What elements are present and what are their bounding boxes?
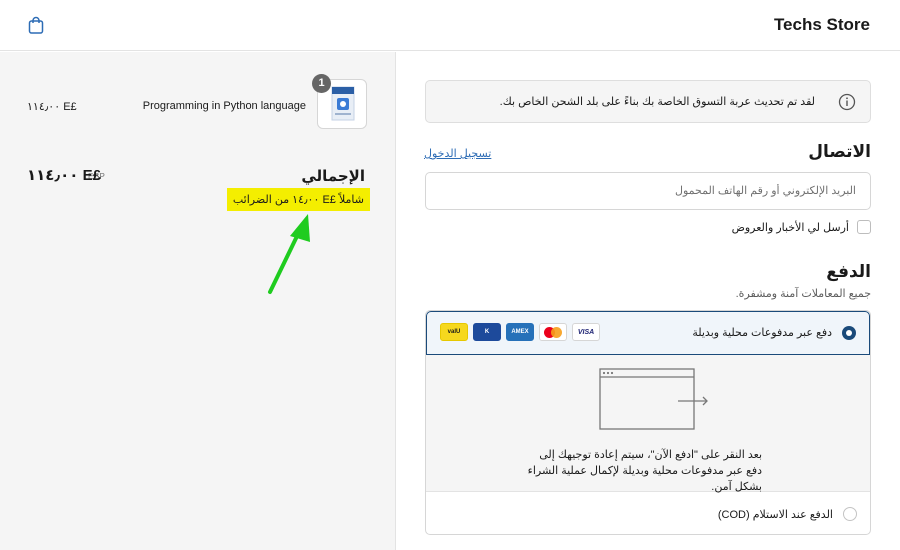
payment-redirect-detail: بعد النقر على "ادفع الآن"، سيتم إعادة تو… xyxy=(426,355,870,493)
email-field[interactable] xyxy=(425,172,871,210)
tax-note-highlight: شاملاً £E ١٤٫٠٠ من الضرائب xyxy=(226,188,370,211)
browser-redirect-icon xyxy=(599,368,708,430)
item-name: Programming in Python language xyxy=(142,100,306,112)
total-label: الإجمالي xyxy=(301,168,365,185)
annotation-arrow-icon xyxy=(268,214,310,294)
store-name[interactable]: Techs Store xyxy=(774,15,870,35)
login-link[interactable]: تسجيل الدخول xyxy=(424,147,491,160)
payment-option-cod-label[interactable]: الدفع عند الاستلام (COD) xyxy=(718,508,833,521)
shopping-bag-icon[interactable] xyxy=(28,16,44,34)
header: Techs Store xyxy=(0,0,900,51)
newsletter-label: أرسل لي الأخبار والعروض xyxy=(731,221,849,234)
visa-icon: VISA xyxy=(572,323,600,341)
newsletter-row[interactable]: أرسل لي الأخبار والعروض xyxy=(732,220,871,234)
notice-text: لقد تم تحديث عربة التسوق الخاصة بك بناءً… xyxy=(499,96,815,108)
payment-option-local[interactable]: دفع عبر مدفوعات محلية وبديلة valU K AMEX… xyxy=(426,311,870,355)
info-icon xyxy=(838,93,856,111)
product-thumbnail: 1 xyxy=(312,74,367,129)
payment-radio-local[interactable] xyxy=(842,326,856,340)
payment-option-local-label: دفع عبر مدفوعات محلية وبديلة xyxy=(692,327,832,339)
mastercard-icon xyxy=(539,323,567,341)
payment-radio-cod[interactable] xyxy=(843,507,857,521)
amex-icon: AMEX xyxy=(506,323,534,341)
knet-icon: K xyxy=(473,323,501,341)
total-amount: £E ١١٤٫٠٠ xyxy=(27,167,101,184)
cart-update-notice: لقد تم تحديث عربة التسوق الخاصة بك بناءً… xyxy=(425,80,871,123)
valu-icon: valU xyxy=(440,323,468,341)
newsletter-checkbox[interactable] xyxy=(857,220,871,234)
payment-options: دفع عبر مدفوعات محلية وبديلة valU K AMEX… xyxy=(425,310,871,535)
item-price: £E ١١٤٫٠٠ xyxy=(27,101,77,113)
redirect-text: بعد النقر على "ادفع الآن"، سيتم إعادة تو… xyxy=(527,449,762,493)
order-summary: 1 Programming in Python language £E ١١٤٫… xyxy=(0,52,396,550)
payment-subtitle: جميع المعاملات آمنة ومشفرة. xyxy=(735,288,871,300)
payment-title: الدفع xyxy=(826,262,871,281)
contact-title: الاتصال xyxy=(808,142,871,161)
checkout-form: لقد تم تحديث عربة التسوق الخاصة بك بناءً… xyxy=(397,52,900,550)
quantity-badge: 1 xyxy=(312,74,331,93)
card-logos: valU K AMEX VISA xyxy=(440,323,600,341)
